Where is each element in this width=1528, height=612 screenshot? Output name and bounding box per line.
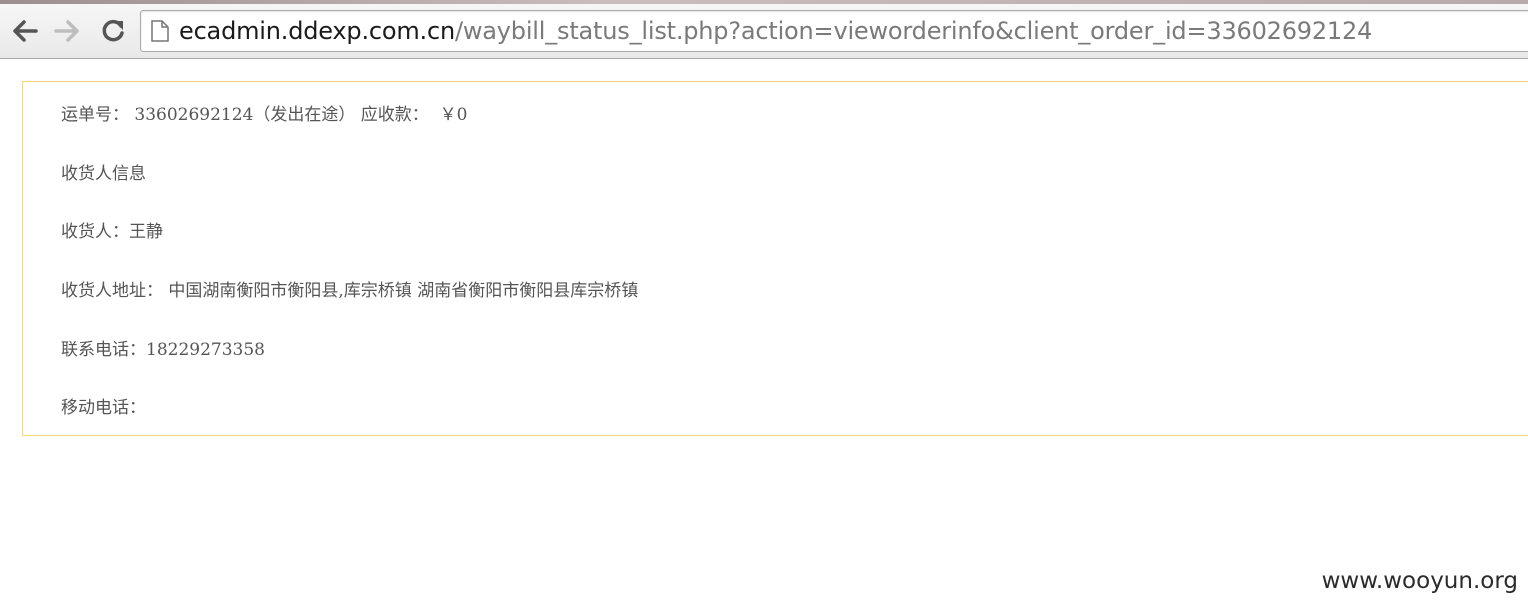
receivable-value: ￥0: [439, 105, 468, 125]
mobile-row: 移动电话：: [61, 393, 146, 418]
reload-icon: [102, 19, 124, 42]
url-path: /waybill_status_list.php?action=vieworde…: [454, 17, 1373, 45]
receivable-label: 应收款：: [360, 105, 429, 125]
tab-strip: [0, 0, 1528, 4]
forward-button[interactable]: [52, 16, 82, 46]
url-host: ecadmin.ddexp.com.cn: [179, 17, 455, 45]
browser-toolbar: ecadmin.ddexp.com.cn/waybill_status_list…: [0, 0, 1528, 59]
mobile-label: 移动电话：: [61, 398, 146, 418]
back-arrow-icon: [13, 20, 38, 42]
address-row: 收货人地址： 中国湖南衡阳市衡阳县,库宗桥镇 湖南省衡阳市衡阳县库宗桥镇: [61, 276, 638, 301]
consignee-section-title: 收货人信息: [61, 164, 146, 184]
waybill-row: 运单号： 33602692124（发出在途） 应收款： ￥0: [61, 100, 467, 125]
page-icon: [151, 20, 169, 46]
order-info-panel: 运单号： 33602692124（发出在途） 应收款： ￥0 收货人信息 收货人…: [22, 81, 1528, 436]
reload-button[interactable]: [98, 16, 128, 46]
watermark: www.wooyun.org: [1321, 568, 1518, 594]
consignee-name: 王静: [129, 222, 163, 242]
forward-arrow-icon: [54, 20, 79, 42]
url-text[interactable]: ecadmin.ddexp.com.cn/waybill_status_list…: [179, 16, 1372, 46]
phone-label: 联系电话：: [61, 340, 146, 360]
address-bar[interactable]: ecadmin.ddexp.com.cn/waybill_status_list…: [140, 10, 1528, 52]
waybill-label: 运单号：: [61, 105, 129, 125]
back-button[interactable]: [10, 16, 40, 46]
consignee-row: 收货人：王静: [61, 217, 163, 242]
waybill-number: 33602692124（发出在途）: [134, 105, 356, 125]
phone-row: 联系电话：18229273358: [61, 335, 265, 360]
address-label: 收货人地址：: [61, 281, 163, 301]
consignee-label: 收货人：: [61, 222, 129, 242]
phone-value: 18229273358: [146, 340, 265, 360]
address-value: 中国湖南衡阳市衡阳县,库宗桥镇 湖南省衡阳市衡阳县库宗桥镇: [168, 281, 639, 301]
